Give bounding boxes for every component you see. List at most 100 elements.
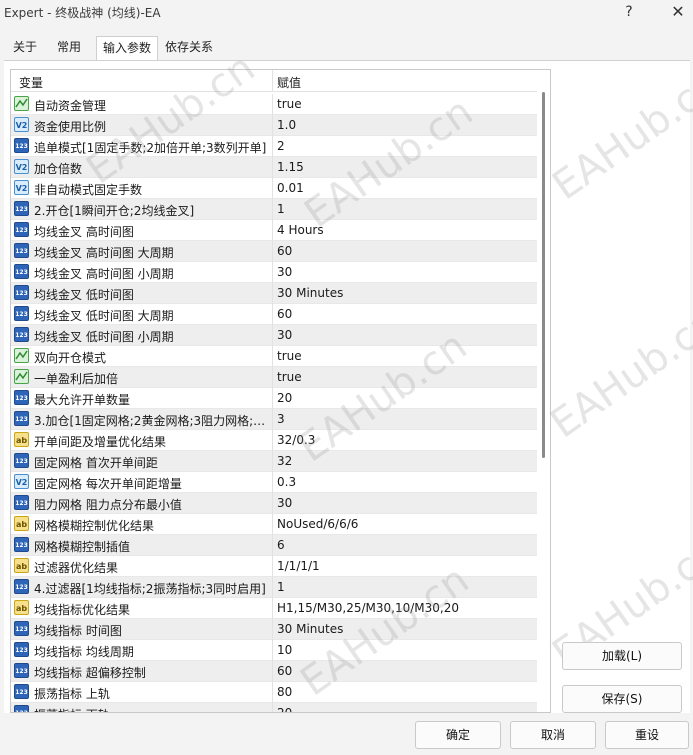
integer-icon: 123 xyxy=(14,621,29,636)
table-row[interactable]: 123 均线指标 均线周期 10 xyxy=(11,640,537,661)
table-row[interactable]: 123 振荡指标 下轨 20 xyxy=(11,703,537,712)
parameter-value[interactable]: 0.01 xyxy=(277,181,535,195)
column-variable[interactable]: 变量 xyxy=(19,74,43,91)
cell-divider xyxy=(272,409,273,430)
table-row[interactable]: 123 3.加仓[1固定网格;2黄金网格;3阻力网格;4?.. 3 xyxy=(11,409,537,430)
table-row[interactable]: 123 均线指标 超偏移控制 60 xyxy=(11,661,537,682)
parameter-value[interactable]: true xyxy=(277,349,535,363)
parameter-value[interactable]: 3 xyxy=(277,412,535,426)
table-row[interactable]: 123 均线金叉 高时间图 小周期 30 xyxy=(11,262,537,283)
table-row[interactable]: ab 过滤器优化结果 1/1/1/1 xyxy=(11,556,537,577)
table-row[interactable]: V2 固定网格 每次开单间距增量 0.3 xyxy=(11,472,537,493)
parameter-name: 网格模糊控制插值 xyxy=(34,540,131,554)
table-row[interactable]: 123 均线金叉 低时间图 大周期 60 xyxy=(11,304,537,325)
table-row[interactable]: ab 开单间距及增量优化结果 32/0.3 xyxy=(11,430,537,451)
column-value[interactable]: 赋值 xyxy=(277,74,301,91)
parameter-value[interactable]: 0.3 xyxy=(277,475,535,489)
parameter-value[interactable]: 1.0 xyxy=(277,118,535,132)
table-row[interactable]: 123 追单模式[1固定手数;2加倍开单;3数列开单] 2 xyxy=(11,136,537,157)
string-icon: ab xyxy=(14,600,29,615)
parameter-rows: 自动资金管理 true V2 资金使用比例 1.0 123 追单模式[1固定手数;2加倍开单… xyxy=(11,94,537,712)
table-row[interactable]: 123 均线金叉 低时间图 30 Minutes xyxy=(11,283,537,304)
scrollbar-thumb[interactable] xyxy=(542,92,545,458)
parameter-value[interactable]: 6 xyxy=(277,538,535,552)
save-button[interactable]: 保存(S) xyxy=(562,685,682,713)
parameter-value[interactable]: 30 xyxy=(277,328,535,342)
parameter-value[interactable]: 2 xyxy=(277,139,535,153)
table-row[interactable]: ab 网格模糊控制优化结果 NoUsed/6/6/6 xyxy=(11,514,537,535)
column-divider[interactable] xyxy=(272,70,273,92)
table-row[interactable]: 123 4.过滤器[1均线指标;2振荡指标;3同时启用] 1 xyxy=(11,577,537,598)
reset-button[interactable]: 重设 xyxy=(605,721,689,749)
parameter-value[interactable]: NoUsed/6/6/6 xyxy=(277,517,535,531)
cancel-button[interactable]: 取消 xyxy=(510,721,596,749)
load-button[interactable]: 加载(L) xyxy=(562,642,682,670)
parameter-value[interactable]: 30 Minutes xyxy=(277,286,535,300)
parameter-value[interactable]: 30 Minutes xyxy=(277,622,535,636)
integer-icon: 123 xyxy=(14,285,29,300)
title-bar: Expert - 终极战神 (均线)-EA ? ✕ xyxy=(0,0,693,28)
parameter-value[interactable]: 1 xyxy=(277,580,535,594)
parameter-value[interactable]: 20 xyxy=(277,391,535,405)
table-row[interactable]: 123 阻力网格 阻力点分布最小值 30 xyxy=(11,493,537,514)
parameter-value[interactable]: 60 xyxy=(277,244,535,258)
parameter-value[interactable]: 1.15 xyxy=(277,160,535,174)
table-row[interactable]: 123 均线金叉 高时间图 大周期 60 xyxy=(11,241,537,262)
parameter-name: 过滤器优化结果 xyxy=(34,561,119,575)
integer-icon: 123 xyxy=(14,579,29,594)
table-row[interactable]: 123 振荡指标 上轨 80 xyxy=(11,682,537,703)
tab-inputs[interactable]: 输入参数 xyxy=(96,36,158,61)
parameter-value[interactable]: 1 xyxy=(277,202,535,216)
table-row[interactable]: 123 均线指标 时间图 30 Minutes xyxy=(11,619,537,640)
cell-divider xyxy=(272,115,273,136)
parameter-value[interactable]: 60 xyxy=(277,664,535,678)
tab-about[interactable]: 关于 xyxy=(4,36,46,60)
cell-divider xyxy=(272,157,273,178)
parameter-value[interactable]: 80 xyxy=(277,685,535,699)
cell-divider xyxy=(272,472,273,493)
table-row[interactable]: V2 非自动模式固定手数 0.01 xyxy=(11,178,537,199)
table-row[interactable]: V2 资金使用比例 1.0 xyxy=(11,115,537,136)
cell-divider xyxy=(272,451,273,472)
table-row[interactable]: 双向开仓模式 true xyxy=(11,346,537,367)
parameter-value[interactable]: 30 xyxy=(277,265,535,279)
table-row[interactable]: 123 均线金叉 高时间图 4 Hours xyxy=(11,220,537,241)
parameter-value[interactable]: true xyxy=(277,97,535,111)
parameter-value[interactable]: 30 xyxy=(277,496,535,510)
cell-divider xyxy=(272,535,273,556)
parameter-value[interactable]: 60 xyxy=(277,307,535,321)
parameter-value[interactable]: 10 xyxy=(277,643,535,657)
table-row[interactable]: 123 均线金叉 低时间图 小周期 30 xyxy=(11,325,537,346)
parameter-name: 阻力网格 阻力点分布最小值 xyxy=(34,498,182,512)
parameter-value[interactable]: 20 xyxy=(277,706,535,712)
cell-divider xyxy=(272,94,273,115)
ok-button[interactable]: 确定 xyxy=(415,721,501,749)
parameter-value[interactable]: true xyxy=(277,370,535,384)
parameter-value[interactable]: 32 xyxy=(277,454,535,468)
parameter-name: 双向开仓模式 xyxy=(34,351,107,365)
tab-common[interactable]: 常用 xyxy=(48,36,90,60)
table-row[interactable]: 自动资金管理 true xyxy=(11,94,537,115)
cell-divider xyxy=(272,703,273,712)
table-row[interactable]: 123 2.开仓[1瞬间开仓;2均线金叉] 1 xyxy=(11,199,537,220)
cell-divider xyxy=(272,514,273,535)
table-row[interactable]: 123 最大允许开单数量 20 xyxy=(11,388,537,409)
parameters-grid[interactable]: 变量 赋值 自动资金管理 true V2 资金使用比例 1.0 123 追单模式[1固定手数… xyxy=(10,69,551,713)
parameter-value[interactable]: 1/1/1/1 xyxy=(277,559,535,573)
vertical-scrollbar[interactable] xyxy=(537,70,550,712)
table-row[interactable]: 一单盈利后加倍 true xyxy=(11,367,537,388)
table-row[interactable]: 123 固定网格 首次开单间距 32 xyxy=(11,451,537,472)
parameter-value[interactable]: H1,15/M30,25/M30,10/M30,20 xyxy=(277,601,535,615)
double-icon: V2 xyxy=(14,180,29,195)
parameter-value[interactable]: 32/0.3 xyxy=(277,433,535,447)
string-icon: ab xyxy=(14,432,29,447)
parameter-name: 均线指标 均线周期 xyxy=(34,645,134,659)
close-button[interactable]: ✕ xyxy=(655,0,693,26)
table-row[interactable]: ab 均线指标优化结果 H1,15/M30,25/M30,10/M30,20 xyxy=(11,598,537,619)
parameter-value[interactable]: 4 Hours xyxy=(277,223,535,237)
table-row[interactable]: 123 网格模糊控制插值 6 xyxy=(11,535,537,556)
integer-icon: 123 xyxy=(14,264,29,279)
tab-dependencies[interactable]: 依存关系 xyxy=(160,36,218,60)
help-button[interactable]: ? xyxy=(606,0,652,26)
table-row[interactable]: V2 加仓倍数 1.15 xyxy=(11,157,537,178)
